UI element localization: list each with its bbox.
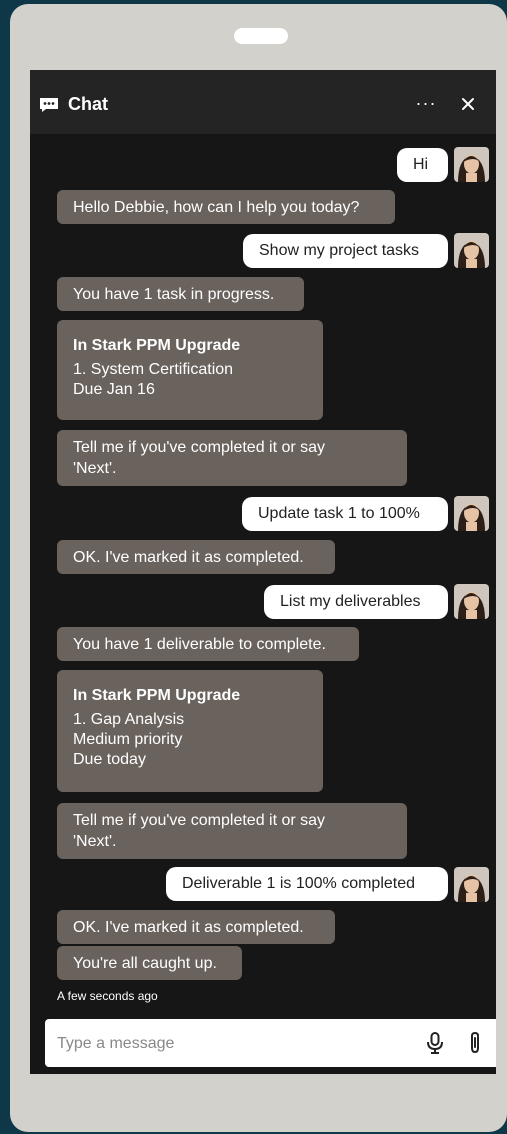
more-options-button[interactable]: ··· (412, 90, 440, 118)
bot-message-line: 'Next'. (73, 460, 117, 477)
user-message: Show my project tasks (243, 234, 448, 268)
chat-window: Chat ··· Hi Hello Debbie, how can I help… (30, 70, 496, 1074)
card-line: Due Jan 16 (73, 381, 155, 398)
bot-message: You have 1 deliverable to complete. (57, 627, 359, 661)
bot-message-line: 'Next'. (73, 833, 117, 850)
bot-message: Tell me if you've completed it or say 'N… (57, 430, 407, 486)
paperclip-icon[interactable] (466, 1031, 484, 1055)
device-frame: Chat ··· Hi Hello Debbie, how can I help… (10, 4, 507, 1132)
device-speaker (234, 28, 288, 44)
bot-message: You have 1 task in progress. (57, 277, 304, 311)
bot-message: OK. I've marked it as completed. (57, 540, 335, 574)
card-title: In Stark PPM Upgrade (73, 337, 241, 354)
card-line: Due today (73, 751, 146, 768)
user-avatar (454, 147, 489, 182)
close-icon[interactable] (456, 92, 480, 116)
deliverable-card: In Stark PPM Upgrade 1. Gap Analysis Med… (57, 670, 323, 792)
user-message: Update task 1 to 100% (242, 497, 448, 531)
message-input[interactable] (55, 1027, 419, 1061)
user-avatar (454, 584, 489, 619)
microphone-icon[interactable] (425, 1032, 445, 1054)
bot-message: You're all caught up. (57, 946, 242, 980)
task-card: In Stark PPM Upgrade 1. System Certifica… (57, 320, 323, 420)
card-line: 1. Gap Analysis (73, 711, 185, 728)
message-composer (45, 1019, 496, 1067)
user-avatar (454, 867, 489, 902)
user-message: List my deliverables (264, 585, 448, 619)
bot-message-line: Tell me if you've completed it or say (73, 812, 326, 829)
bot-message: Tell me if you've completed it or say 'N… (57, 803, 407, 859)
chat-title: Chat (68, 94, 108, 114)
user-message: Hi (397, 148, 448, 182)
card-line: 1. System Certification (73, 361, 234, 378)
chat-header: Chat ··· (30, 70, 496, 134)
chat-bubble-icon (40, 98, 58, 112)
user-avatar (454, 496, 489, 531)
user-message: Deliverable 1 is 100% completed (166, 867, 448, 901)
card-title: In Stark PPM Upgrade (73, 687, 241, 704)
bot-message: Hello Debbie, how can I help you today? (57, 190, 395, 224)
bot-message-line: Tell me if you've completed it or say (73, 439, 326, 456)
card-line: Medium priority (73, 731, 183, 748)
user-avatar (454, 233, 489, 268)
message-timestamp: A few seconds ago (57, 989, 158, 1003)
bot-message: OK. I've marked it as completed. (57, 910, 335, 944)
